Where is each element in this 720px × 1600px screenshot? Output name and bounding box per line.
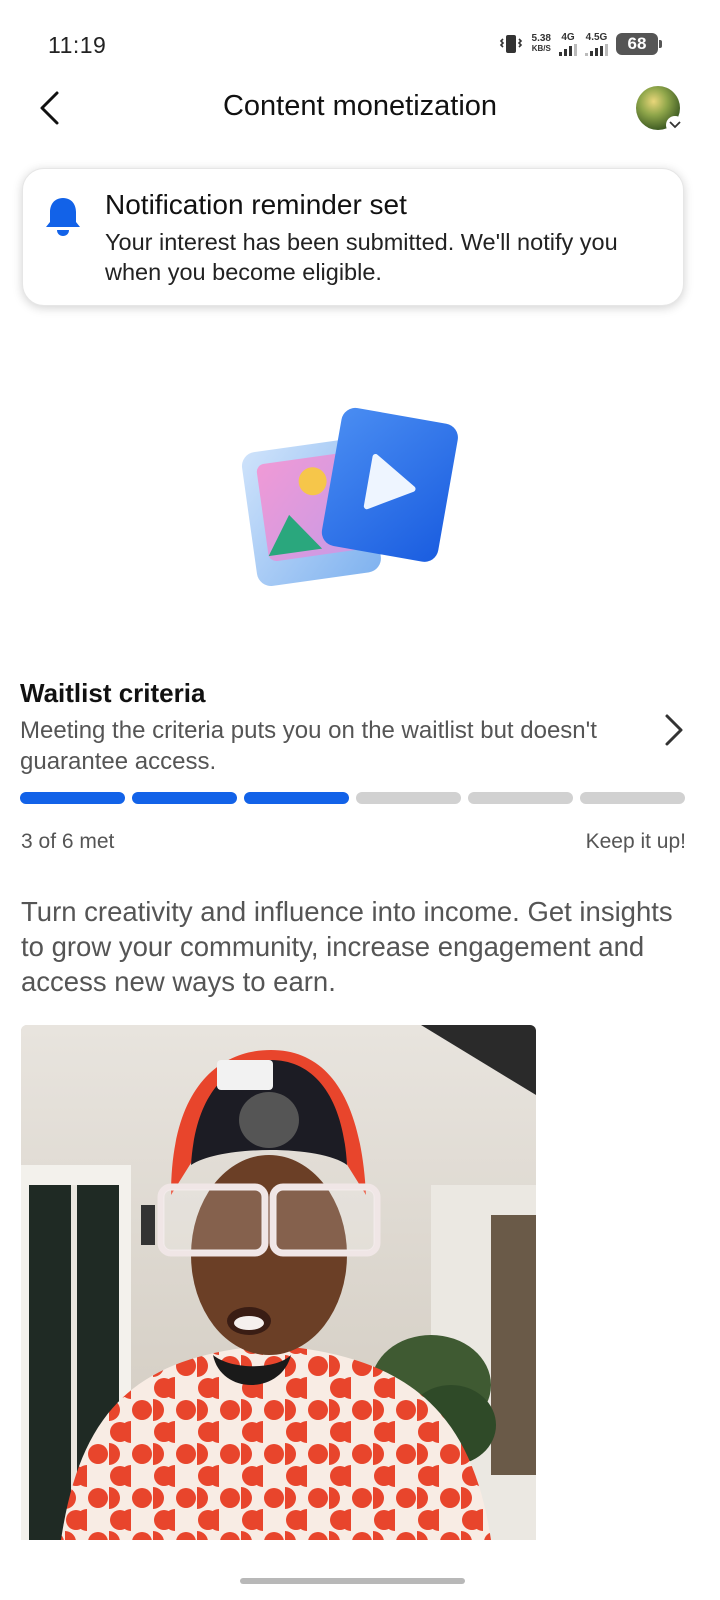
top-app-bar: Content monetization bbox=[0, 78, 720, 140]
progress-segment bbox=[20, 792, 125, 804]
battery-indicator: 68 bbox=[616, 33, 662, 55]
vibrate-icon bbox=[498, 32, 524, 56]
progress-segment bbox=[468, 792, 573, 804]
status-bar: 11:19 5.38 KB/S 4G 4.5G 68 bbox=[0, 0, 720, 80]
toast-title: Notification reminder set bbox=[105, 189, 407, 220]
progress-segment bbox=[580, 792, 685, 804]
speed-unit: KB/S bbox=[531, 44, 551, 53]
speed-value: 5.38 bbox=[531, 33, 551, 44]
notification-toast: Notification reminder set Your interest … bbox=[22, 168, 684, 306]
network-speed: 5.38 KB/S bbox=[532, 34, 551, 54]
progress-segment bbox=[356, 792, 461, 804]
criteria-description: Meeting the criteria puts you on the wai… bbox=[20, 717, 597, 775]
progress-segment bbox=[132, 792, 237, 804]
home-indicator[interactable] bbox=[240, 1578, 465, 1584]
toast-message: Your interest has been submitted. We'll … bbox=[105, 229, 618, 285]
criteria-progress-bar bbox=[20, 792, 685, 806]
monetization-description: Turn creativity and influence into incom… bbox=[21, 896, 673, 997]
network-label-2: 4.5G bbox=[585, 31, 608, 43]
chevron-right-icon bbox=[658, 710, 688, 750]
page-title: Content monetization bbox=[222, 90, 498, 122]
bell-icon bbox=[43, 195, 83, 237]
network-label-1: 4G bbox=[561, 31, 575, 43]
avatar[interactable] bbox=[636, 86, 684, 134]
progress-encouragement: Keep it up! bbox=[585, 830, 686, 853]
signal-bars-icon bbox=[585, 43, 608, 56]
signal-bars-icon bbox=[559, 43, 577, 56]
progress-segment bbox=[244, 792, 349, 804]
signal-4g: 4G bbox=[559, 31, 577, 56]
chevron-down-icon bbox=[666, 116, 684, 134]
waitlist-criteria-row[interactable]: Waitlist criteria Meeting the criteria p… bbox=[20, 678, 700, 777]
progress-count: 3 of 6 met bbox=[21, 830, 115, 853]
creator-video-preview[interactable] bbox=[21, 1025, 536, 1540]
status-indicators: 5.38 KB/S 4G 4.5G 68 bbox=[498, 31, 662, 56]
criteria-title: Waitlist criteria bbox=[20, 678, 206, 708]
signal-45g: 4.5G bbox=[585, 31, 608, 56]
status-time: 11:19 bbox=[48, 32, 107, 58]
photo-video-illustration bbox=[240, 400, 470, 600]
